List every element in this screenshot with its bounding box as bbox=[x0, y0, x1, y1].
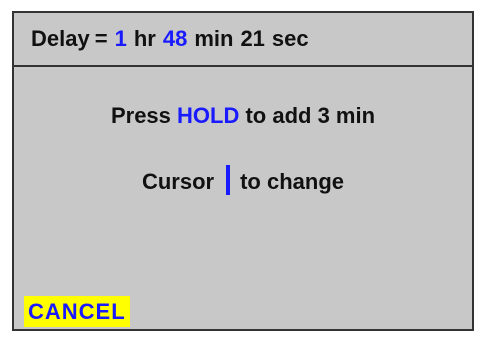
hold-instruction: Press HOLD to add 3 min bbox=[14, 103, 472, 129]
delay-minutes-value[interactable]: 48 bbox=[163, 26, 187, 52]
delay-seconds-value[interactable]: 21 bbox=[240, 26, 264, 52]
hold-key-label: HOLD bbox=[177, 103, 240, 128]
delay-panel: Delay = 1 hr 48 min 21 sec Press HOLD to… bbox=[12, 11, 474, 331]
cursor-instruction-suffix: to change bbox=[240, 168, 345, 194]
hold-instruction-suffix: to add 3 min bbox=[245, 103, 376, 128]
delay-hours-value[interactable]: 1 bbox=[115, 26, 127, 52]
cancel-button[interactable]: CANCEL bbox=[24, 296, 130, 327]
cursor-bar-icon bbox=[226, 165, 231, 195]
delay-hours-unit: hr bbox=[133, 26, 156, 51]
delay-minutes-unit: min bbox=[194, 26, 234, 51]
delay-label: Delay bbox=[31, 26, 90, 51]
cursor-instruction: Cursor to change bbox=[14, 165, 472, 198]
delay-seconds-unit: sec bbox=[271, 26, 309, 51]
hold-instruction-prefix: Press bbox=[110, 103, 171, 128]
cursor-instruction-prefix: Cursor bbox=[141, 168, 215, 194]
delay-equals: = bbox=[94, 26, 108, 51]
delay-header: Delay = 1 hr 48 min 21 sec bbox=[14, 13, 472, 67]
